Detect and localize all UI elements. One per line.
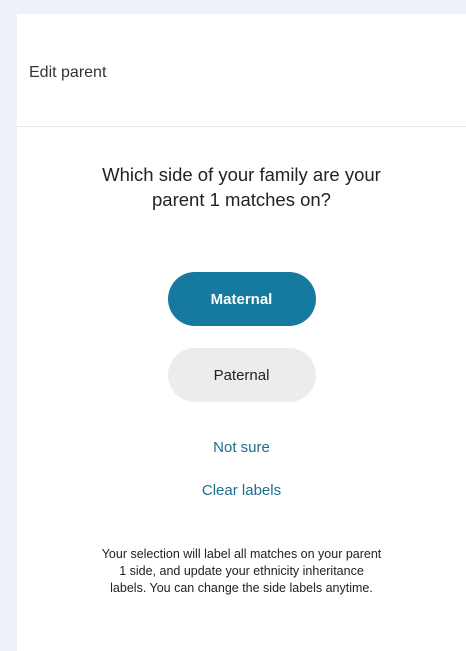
selection-info-line-2: 1 side, and update your ethnicity inheri… bbox=[119, 564, 364, 578]
not-sure-link[interactable]: Not sure bbox=[17, 439, 466, 456]
maternal-button[interactable]: Maternal bbox=[167, 272, 316, 326]
selection-info-line-1: Your selection will label all matches on… bbox=[101, 547, 382, 561]
selection-info-line-3: labels. You can change the side labels a… bbox=[110, 581, 373, 595]
panel-header: Edit parent bbox=[17, 14, 466, 127]
panel-title: Edit parent bbox=[29, 64, 107, 81]
side-question-line-1: Which side of your family are your bbox=[102, 164, 381, 185]
selection-info-text: Your selection will label all matches on… bbox=[47, 546, 436, 597]
edit-parent-panel: Edit parent Which side of your family ar… bbox=[17, 14, 466, 651]
clear-labels-link[interactable]: Clear labels bbox=[17, 482, 466, 499]
side-question: Which side of your family are your paren… bbox=[47, 162, 436, 212]
side-question-line-2: parent 1 matches on? bbox=[152, 189, 331, 210]
paternal-button[interactable]: Paternal bbox=[167, 348, 316, 402]
